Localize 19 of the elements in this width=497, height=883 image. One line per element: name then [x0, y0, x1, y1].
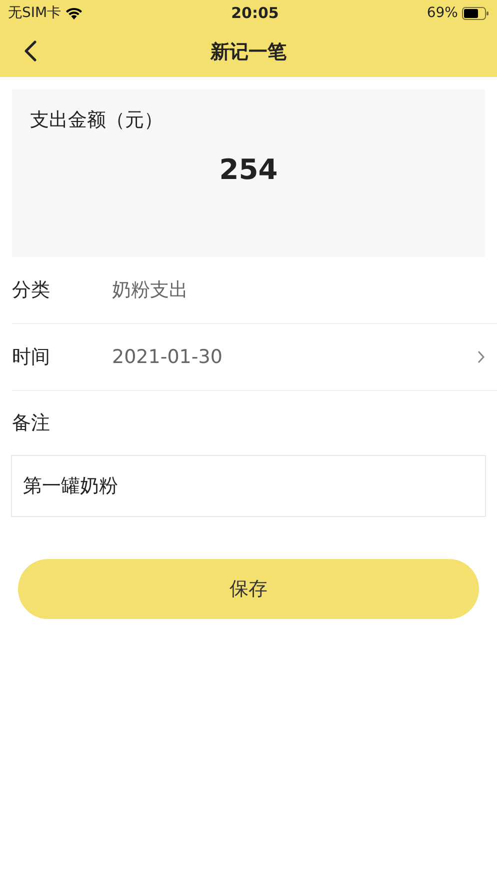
form-row[interactable]: 时间 2021-01-30 [12, 324, 497, 391]
amount-value[interactable]: 254 [219, 153, 278, 186]
row-value[interactable]: 奶粉支出 [112, 277, 485, 303]
row-label: 分类 [12, 278, 51, 303]
page-title: 新记一笔 [210, 40, 286, 64]
amount-label: 支出金额（元） [30, 108, 163, 133]
back-icon[interactable] [23, 40, 37, 62]
status-time: 20:05 [231, 4, 279, 22]
chevron-icon[interactable] [477, 350, 485, 364]
wifi-icon [65, 6, 84, 20]
row-value[interactable]: 2021-01-30 [112, 346, 477, 368]
note-field[interactable]: 第一罐奶粉 [11, 455, 486, 517]
battery-icon [462, 6, 489, 20]
form-row[interactable]: 分类 奶粉支出 [12, 257, 497, 324]
row-label: 时间 [12, 345, 51, 370]
note-label: 备注 [12, 411, 50, 436]
battery-percent: 69% [426, 5, 458, 21]
carrier-text: 无SIM卡 [8, 4, 62, 22]
save-button[interactable]: 保存 [18, 559, 479, 619]
